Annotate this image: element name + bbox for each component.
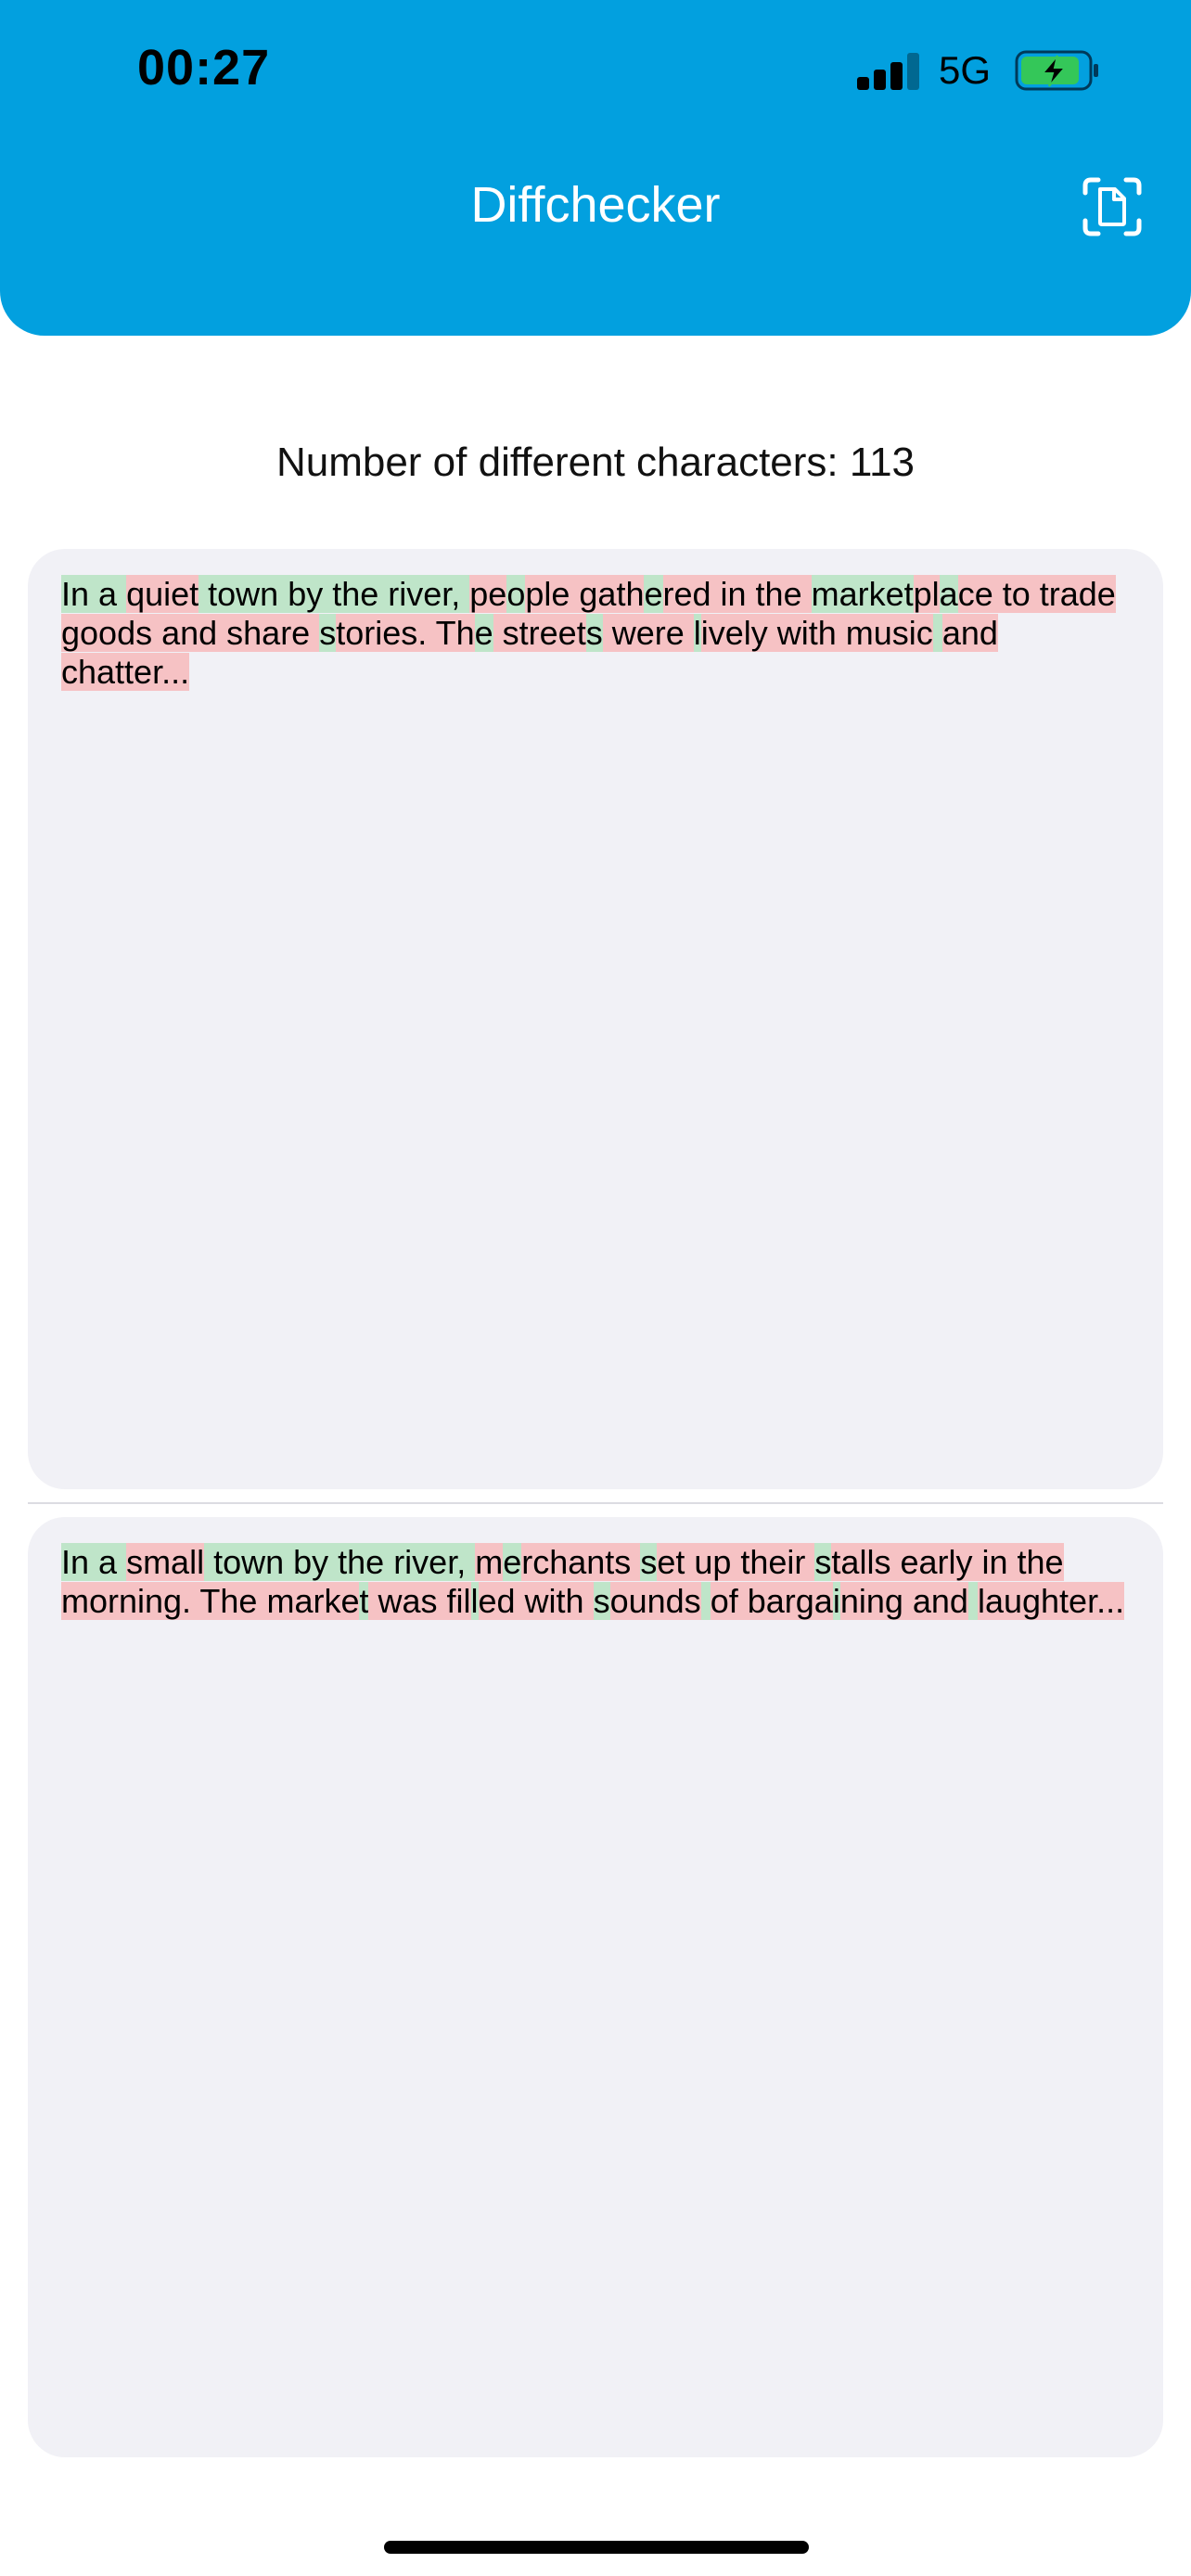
panel-divider <box>28 1502 1163 1504</box>
changed-diff-text: In a small town by the river, merchants … <box>61 1543 1128 1621</box>
matching-segment: l <box>693 614 701 652</box>
battery-charging-icon <box>1015 50 1100 96</box>
original-diff-text: In a quiet town by the river, people gat… <box>61 575 1128 692</box>
matching-segment <box>967 1582 978 1620</box>
matching-segment: o <box>506 575 526 613</box>
cellular-signal-icon <box>857 53 920 90</box>
differing-segment: street <box>493 614 586 652</box>
matching-segment: t <box>359 1582 369 1620</box>
matching-segment: town by the river, <box>198 575 470 613</box>
differing-segment: ning and <box>839 1582 968 1620</box>
matching-segment: l <box>470 1582 479 1620</box>
matching-segment: e <box>474 614 493 652</box>
differing-segment: ple gath <box>525 575 645 613</box>
differing-segment: m <box>475 1543 504 1581</box>
matching-segment: s <box>319 614 337 652</box>
differing-segment: ed with <box>478 1582 594 1620</box>
matching-segment: In a <box>61 1543 127 1581</box>
matching-segment: market <box>811 575 914 613</box>
changed-text-panel[interactable]: In a small town by the river, merchants … <box>28 1517 1163 2457</box>
original-text-panel[interactable]: In a quiet town by the river, people gat… <box>28 549 1163 1489</box>
matching-segment: town by the river, <box>204 1543 476 1581</box>
home-indicator <box>384 2541 809 2554</box>
differing-segment: quiet <box>126 575 199 613</box>
differing-segment: was fil <box>368 1582 471 1620</box>
differing-segment: ounds <box>609 1582 701 1620</box>
differing-segment: laughter... <box>977 1582 1125 1620</box>
status-time: 00:27 <box>137 40 271 96</box>
matching-segment: e <box>644 575 663 613</box>
differing-segment: small <box>126 1543 205 1581</box>
matching-segment: i <box>832 1582 840 1620</box>
scan-document-button[interactable] <box>1082 176 1143 237</box>
matching-segment: In a <box>61 575 127 613</box>
matching-segment: a <box>939 575 958 613</box>
differing-segment: pl <box>913 575 940 613</box>
differing-segment: and <box>941 614 998 652</box>
document-scan-icon <box>1082 177 1142 236</box>
differing-segment: ively with music <box>700 614 933 652</box>
differing-segment: were <box>602 614 694 652</box>
matching-segment: s <box>814 1543 832 1581</box>
matching-segment <box>700 1582 711 1620</box>
differing-segment: et up their <box>657 1543 815 1581</box>
differing-segment: red in the <box>662 575 812 613</box>
differing-segment: rchants <box>521 1543 641 1581</box>
differing-segment: chatter... <box>61 653 190 691</box>
app-header: 00:27 5G Diffchecker <box>0 0 1191 336</box>
matching-segment: e <box>503 1543 522 1581</box>
matching-segment: s <box>640 1543 658 1581</box>
difference-count: Number of different characters: 113 <box>275 440 916 485</box>
matching-segment: s <box>585 614 603 652</box>
differing-segment: of barga <box>710 1582 833 1620</box>
app-title: Diffchecker <box>470 177 721 233</box>
differing-segment: pe <box>469 575 507 613</box>
matching-segment: s <box>593 1582 610 1620</box>
network-type: 5G <box>939 48 992 92</box>
matching-segment <box>932 614 942 652</box>
differing-segment: tories. Th <box>336 614 475 652</box>
